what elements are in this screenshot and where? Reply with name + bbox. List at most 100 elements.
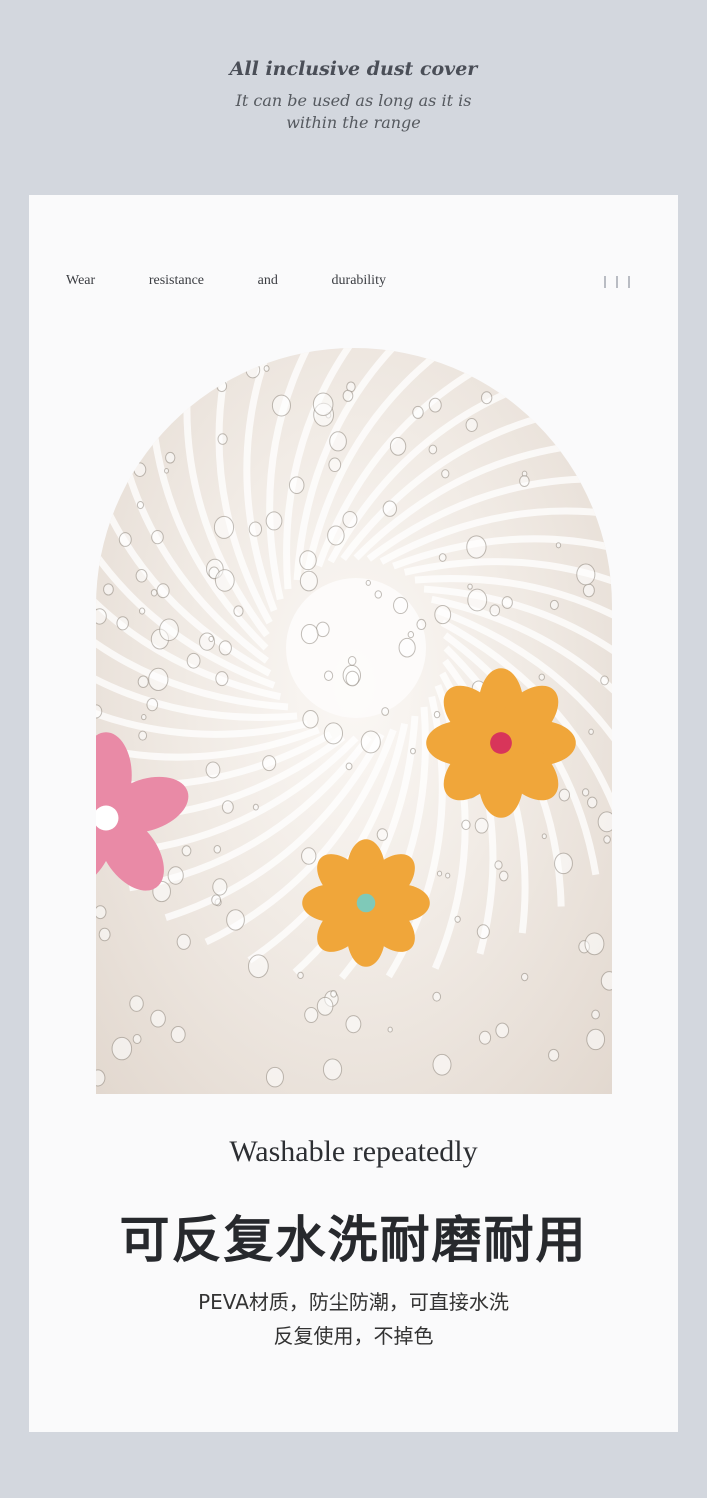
water-droplet [297, 971, 304, 980]
tagline: Wear resistance and durability [66, 273, 386, 289]
water-droplet [214, 569, 235, 592]
water-droplet [600, 971, 612, 991]
water-droplet [96, 608, 107, 625]
water-droplet [111, 1036, 133, 1061]
water-droplet [374, 590, 383, 599]
water-droplet [226, 909, 245, 931]
water-droplet [248, 521, 263, 537]
water-droplet [103, 583, 114, 596]
water-droplet [301, 847, 317, 865]
water-droplet [538, 673, 545, 681]
fan-cover-illustration [96, 348, 612, 1088]
water-droplet [558, 788, 571, 802]
water-droplet [299, 550, 317, 571]
water-droplet [433, 710, 441, 719]
water-droplet [132, 1033, 142, 1044]
fan-grill-line [379, 507, 612, 565]
water-droplet [133, 462, 147, 477]
water-droplet [365, 579, 371, 586]
water-droplet [288, 476, 305, 495]
water-droplet [588, 728, 594, 735]
water-droplet [118, 532, 132, 547]
water-droplet [582, 583, 595, 598]
water-droplet [387, 1026, 393, 1033]
water-droplet [159, 618, 179, 642]
water-droplet [554, 419, 567, 433]
water-droplet [432, 1053, 452, 1076]
water-droplet [434, 604, 452, 625]
tagline-word: and [257, 273, 278, 288]
water-droplet [330, 990, 337, 998]
water-droplet [499, 870, 509, 882]
tagline-word: resistance [148, 273, 205, 288]
water-droplet [150, 1009, 166, 1028]
flower-decoration [302, 839, 430, 967]
water-droplet [438, 553, 447, 562]
water-droplet [216, 379, 228, 393]
water-droplet [416, 618, 427, 631]
subtitle-line-2: within the range [286, 113, 421, 132]
water-droplet [312, 392, 334, 417]
water-droplet [466, 535, 487, 559]
water-droplet [299, 570, 318, 592]
water-droplet [151, 529, 164, 545]
water-droplet [342, 389, 354, 402]
water-droplet [146, 697, 159, 712]
water-droplet [591, 1009, 600, 1020]
decorative-marks [604, 276, 630, 288]
water-droplet [213, 515, 235, 539]
water-droplet [328, 457, 342, 473]
water-droplet [205, 761, 221, 779]
water-droplet [134, 394, 143, 404]
water-droplet [520, 972, 529, 982]
water-droplet [148, 667, 169, 691]
tagline-word: durability [331, 273, 386, 288]
water-droplet [215, 671, 229, 687]
water-droplet [345, 1015, 362, 1034]
water-droplet [262, 755, 277, 772]
water-droplet [432, 991, 442, 1002]
water-droplet [167, 866, 184, 885]
water-droplet [441, 469, 450, 479]
water-droplet [584, 932, 605, 956]
water-droplet [461, 819, 471, 831]
water-droplet [327, 525, 345, 546]
water-droplet [454, 915, 461, 923]
water-droplet [554, 852, 573, 875]
water-droplet [165, 451, 176, 464]
water-droplet [398, 637, 416, 658]
water-droplet [495, 1022, 510, 1039]
description-line-2: 反复使用，不掉色 [273, 1324, 434, 1348]
water-droplet [489, 604, 501, 617]
water-droplet [271, 394, 292, 417]
water-droplet [263, 365, 270, 372]
water-droplet [96, 905, 107, 920]
water-droplet [345, 670, 360, 687]
water-droplet [541, 833, 547, 840]
water-droplet [136, 501, 145, 510]
description-line-1: PEVA材质，防尘防潮，可直接水洗 [198, 1290, 509, 1314]
water-droplet [548, 1048, 560, 1062]
water-droplet [323, 722, 344, 745]
water-droplet [221, 800, 234, 814]
water-droplet [156, 348, 174, 368]
water-droplet [407, 631, 415, 639]
flower-decoration [426, 668, 576, 818]
water-droplet [170, 1026, 186, 1044]
water-droplet [474, 817, 489, 834]
water-droplet [465, 418, 478, 432]
water-droplet [428, 397, 442, 413]
water-droplet [302, 709, 319, 729]
water-droplet [467, 588, 488, 612]
water-droplet [138, 730, 148, 741]
water-droplet [360, 730, 381, 754]
water-droplet [501, 596, 513, 609]
water-droplet [586, 1028, 606, 1051]
water-droplet [345, 762, 353, 771]
tagline-word: Wear [66, 273, 96, 288]
water-droplet [245, 361, 261, 379]
product-photo [96, 348, 612, 1094]
water-droplet [129, 995, 144, 1012]
water-droplet [389, 437, 407, 456]
water-droplet [494, 860, 503, 870]
